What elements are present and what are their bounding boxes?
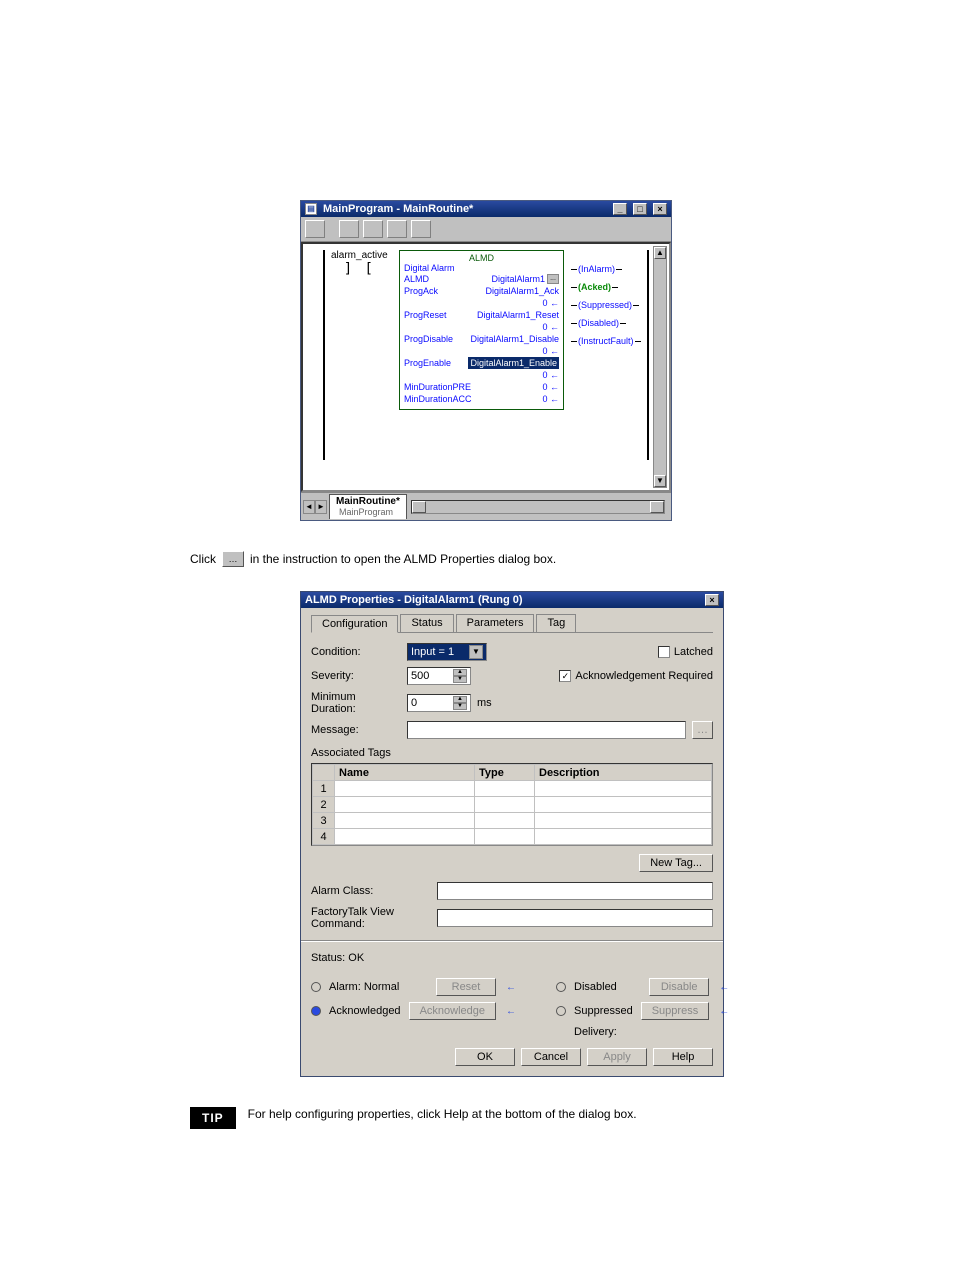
almd-browse-button[interactable]: ... (547, 274, 559, 284)
new-tag-button[interactable]: New Tag... (639, 854, 713, 872)
link-arrow-icon: ← (719, 982, 729, 993)
suppress-button[interactable]: Suppress (641, 1002, 709, 1020)
help-button[interactable]: Help (653, 1048, 713, 1066)
toolbar-btn-1[interactable] (305, 220, 325, 238)
instruction-text: Click … in the instruction to open the A… (190, 551, 914, 567)
chevron-down-icon[interactable]: ▼ (469, 645, 483, 659)
latched-checkbox[interactable]: Latched (658, 646, 713, 658)
cancel-button[interactable]: Cancel (521, 1048, 581, 1066)
condition-combo[interactable]: Input = 1▼ (407, 643, 487, 661)
assoc-tags-label: Associated Tags (311, 747, 713, 759)
tip-badge: TIP (190, 1107, 236, 1129)
reset-button[interactable]: Reset (436, 978, 496, 996)
dialog-close-button[interactable]: × (705, 594, 719, 606)
toolbar-btn-4[interactable] (387, 220, 407, 238)
suppressed-led-icon (556, 1006, 566, 1016)
disabled-led-icon (556, 982, 566, 992)
tab-parameters[interactable]: Parameters (456, 614, 535, 632)
severity-spinner[interactable]: 500 ▲▼ (407, 667, 471, 685)
acknowledge-button[interactable]: Acknowledge (409, 1002, 496, 1020)
link-arrow-icon: ← (506, 1006, 516, 1017)
severity-label: Severity: (311, 670, 401, 682)
dialog-title: ALMD Properties - DigitalAlarm1 (Rung 0) (305, 594, 523, 606)
ftv-label: FactoryTalk View Command: (311, 906, 431, 930)
scroll-up-icon[interactable]: ▲ (654, 247, 666, 259)
vertical-scrollbar[interactable]: ▲ ▼ (653, 246, 667, 488)
tab-prev-icon[interactable]: ◄ (303, 500, 315, 514)
browse-icon: … (222, 551, 244, 567)
tab-tag[interactable]: Tag (536, 614, 576, 632)
ack-led-icon (311, 1006, 321, 1016)
toolbar-btn-5[interactable] (411, 220, 431, 238)
disable-button[interactable]: Disable (649, 978, 709, 996)
routine-tab[interactable]: MainRoutine* MainProgram (329, 494, 407, 519)
almd-instruction[interactable]: ALMD Digital Alarm ALMDDigitalAlarm1... … (399, 250, 564, 410)
condition-label: Condition: (311, 646, 401, 658)
horizontal-scrollbar[interactable] (411, 500, 665, 514)
tabs: Configuration Status Parameters Tag (311, 614, 713, 633)
maximize-button[interactable]: □ (633, 203, 647, 215)
message-label: Message: (311, 724, 401, 736)
delivery-label: Delivery: (574, 1026, 729, 1038)
link-arrow-icon: ← (506, 982, 516, 993)
alarmclass-input[interactable] (437, 882, 713, 900)
app-icon: ▤ (305, 203, 317, 215)
toolbar-btn-2[interactable] (339, 220, 359, 238)
close-button[interactable]: × (653, 203, 667, 215)
window-titlebar[interactable]: ▤ MainProgram - MainRoutine* _ □ × (301, 201, 671, 217)
tab-strip: ◄ ► MainRoutine* MainProgram (301, 492, 671, 520)
dialog-titlebar[interactable]: ALMD Properties - DigitalAlarm1 (Rung 0)… (301, 592, 723, 608)
alarmclass-label: Alarm Class: (311, 885, 431, 897)
ok-button[interactable]: OK (455, 1048, 515, 1066)
message-browse-button[interactable]: … (692, 721, 713, 739)
ackreq-checkbox[interactable]: ✓Acknowledgement Required (559, 670, 713, 682)
mindur-spinner[interactable]: 0 ▲▼ (407, 694, 471, 712)
almd-properties-dialog: ALMD Properties - DigitalAlarm1 (Rung 0)… (300, 591, 724, 1077)
tab-status[interactable]: Status (400, 614, 453, 632)
apply-button[interactable]: Apply (587, 1048, 647, 1066)
tab-configuration[interactable]: Configuration (311, 615, 398, 633)
status-text: Status: OK (311, 952, 713, 964)
xic-contact[interactable]: alarm_active ] [ (331, 250, 388, 277)
scroll-down-icon[interactable]: ▼ (654, 475, 666, 487)
message-input[interactable] (407, 721, 686, 739)
ladder-window: ▤ MainProgram - MainRoutine* _ □ × alarm… (300, 200, 672, 521)
alarm-led-icon (311, 982, 321, 992)
assoc-tags-grid[interactable]: Name Type Description 1 2 3 4 (311, 763, 713, 846)
tip-text: For help configuring properties, click H… (248, 1107, 914, 1121)
toolbar (301, 217, 671, 242)
output-coils: (InAlarm) (Acked) (Suppressed) (Disabled… (571, 264, 641, 354)
link-arrow-icon: ← (719, 1006, 729, 1017)
toolbar-btn-3[interactable] (363, 220, 383, 238)
minimize-button[interactable]: _ (613, 203, 627, 215)
window-title: MainProgram - MainRoutine* (323, 203, 473, 215)
ftv-input[interactable] (437, 909, 713, 927)
mindur-label: Minimum Duration: (311, 691, 401, 715)
ladder-canvas[interactable]: alarm_active ] [ ALMD Digital Alarm ALMD… (301, 242, 671, 492)
tab-next-icon[interactable]: ► (315, 500, 327, 514)
